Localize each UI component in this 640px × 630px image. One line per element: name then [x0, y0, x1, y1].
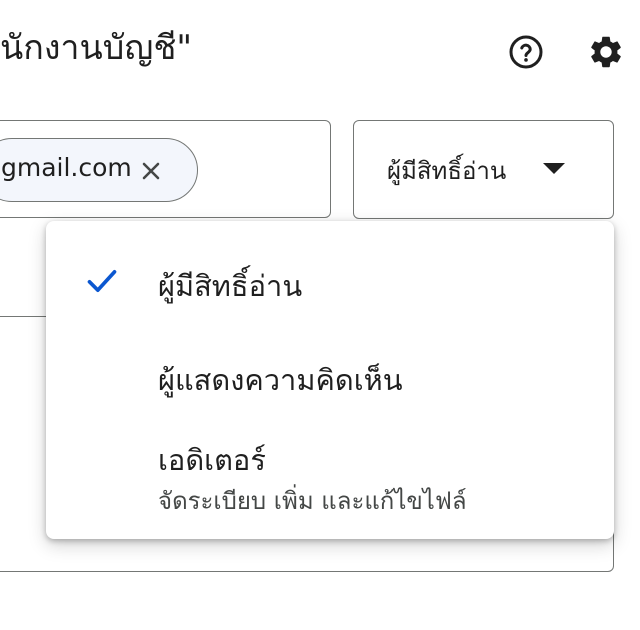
- recipient-chip[interactable]: gmail.com: [0, 138, 198, 202]
- role-menu: ผู้มีสิทธิ์อ่าน ผู้แสดงความคิดเห็น เอดิเ…: [46, 221, 614, 539]
- menu-item-label: ผู้มีสิทธิ์อ่าน: [158, 269, 303, 303]
- checkmark-icon: [87, 270, 117, 292]
- settings-button[interactable]: [582, 28, 630, 76]
- role-dropdown-value: ผู้มีสิทธิ์อ่าน: [387, 157, 507, 185]
- menu-item-description: จัดระเบียบ เพิ่ม และแก้ไขไฟล์: [158, 487, 467, 515]
- menu-item-label: ผู้แสดงความคิดเห็น: [158, 363, 403, 397]
- menu-item-commenter[interactable]: ผู้แสดงความคิดเห็น: [46, 347, 614, 413]
- caret-down-icon: [543, 163, 565, 174]
- menu-item-viewer[interactable]: ผู้มีสิทธิ์อ่าน: [46, 251, 614, 319]
- menu-item-editor[interactable]: เอดิเตอร์ จัดระเบียบ เพิ่ม และแก้ไขไฟล์: [46, 433, 614, 523]
- help-button[interactable]: [502, 28, 550, 76]
- recipient-email: gmail.com: [1, 153, 132, 182]
- dialog-title: นักงานบัญชี": [0, 28, 193, 68]
- remove-recipient-button[interactable]: [133, 153, 169, 189]
- role-dropdown[interactable]: ผู้มีสิทธิ์อ่าน: [353, 120, 614, 219]
- menu-item-label: เอดิเตอร์: [158, 443, 266, 477]
- close-icon: [142, 162, 160, 180]
- help-circle-icon: [509, 35, 543, 69]
- gear-icon: [591, 36, 621, 68]
